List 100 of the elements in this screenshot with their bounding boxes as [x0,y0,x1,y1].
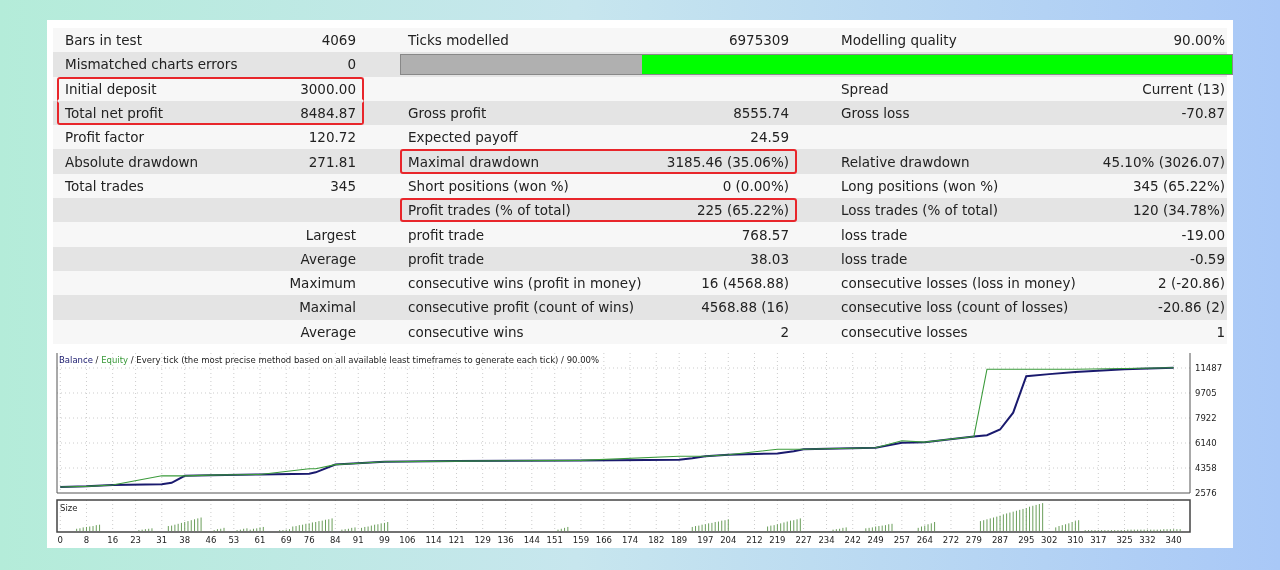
stat-value: 3000.00 [300,80,356,97]
stat-value: Maximum [289,275,356,292]
stat-value: 768.57 [741,226,789,243]
axis-label: 219 [769,534,786,545]
stat-label: Relative drawdown [841,153,970,170]
axis-label: 204 [720,534,737,545]
stat-label: Spread [841,80,889,97]
stat-value: 345 (65.22%) [1132,177,1225,194]
axis-label: 4358 [1195,462,1217,473]
axis-label: 197 [697,534,714,545]
stat-value: 16 (4568.88) [701,275,789,292]
axis-label: 287 [991,534,1009,545]
axis-label: 242 [844,534,861,545]
axis-label: 7922 [1195,412,1217,423]
stat-value: 8484.87 [300,105,356,122]
axis-label: 234 [818,534,835,545]
stat-value: Current (13) [1142,80,1225,97]
axis-label: 144 [523,534,540,545]
axis-label: 151 [546,534,563,545]
axis-label: 6140 [1195,437,1217,448]
axis-label: 174 [621,534,639,545]
axis-label: 302 [1041,534,1058,545]
axis-label: 8 [83,534,90,545]
stat-value: 120 (34.78%) [1132,202,1225,219]
stat-value: 0 (0.00%) [722,177,789,194]
stat-label: consecutive wins (profit in money) [408,275,642,292]
stat-value: 2 (-20.86) [1158,275,1225,292]
stat-value: -0.59 [1190,250,1225,267]
axis-label: 279 [965,534,982,545]
stat-label: Total net profit [65,105,164,122]
axis-label: 53 [228,534,240,545]
stat-value: 3185.46 (35.06%) [666,153,789,170]
axis-label: 99 [379,534,390,545]
axis-label: 136 [497,534,514,545]
stat-label: consecutive wins [408,323,524,340]
stat-value: Average [300,250,356,267]
stat-label: Gross profit [408,105,487,122]
axis-label: 76 [303,534,315,545]
stat-label: Modelling quality [841,32,957,49]
stat-value: Average [300,323,356,340]
stat-value: 120.72 [308,129,356,146]
stat-value: 2 [780,323,789,340]
axis-label: 264 [916,534,933,545]
stat-value: -20.86 (2) [1158,299,1225,316]
axis-label: 189 [671,534,688,545]
axis-label: 9705 [1195,387,1217,398]
stat-label: Initial deposit [65,80,157,97]
stat-label: profit trade [408,226,485,243]
axis-label: 159 [572,534,590,545]
stat-label: Mismatched charts errors [65,56,238,73]
stat-label: profit trade [408,250,485,267]
stat-value: 345 [330,177,356,194]
axis-label: 31 [156,534,168,545]
stat-label: Bars in test [65,32,142,49]
stat-value: 271.81 [308,153,356,170]
axis-label: 2576 [1195,487,1217,498]
axis-label: 114 [425,534,442,545]
stat-label: loss trade [841,226,908,243]
axis-label: 340 [1165,534,1182,545]
axis-label: 61 [254,534,266,545]
stat-value: Largest [305,226,356,243]
stat-label: Total trades [65,177,144,194]
axis-label: 129 [474,534,491,545]
stat-value: 8555.74 [733,105,789,122]
axis-label: 0 [57,534,63,545]
axis-label: 38 [179,534,191,545]
stat-label: Short positions (won %) [408,177,569,194]
axis-label: 227 [795,534,812,545]
stat-value: 90.00% [1173,32,1225,49]
stat-label: Maximal drawdown [408,153,539,170]
stat-value: 6975309 [728,32,789,49]
stat-label: consecutive profit (count of wins) [408,299,634,316]
axis-label: 46 [205,534,217,545]
axis-label: 182 [648,534,665,545]
axis-label: 106 [399,534,416,545]
stat-label: loss trade [841,250,908,267]
stat-value: 45.10% (3026.07) [1102,153,1225,170]
axis-label: 16 [107,534,119,545]
stat-value: 1 [1216,323,1225,340]
stat-label: Loss trades (% of total) [841,202,999,219]
axis-label: 325 [1116,534,1133,545]
axis-label: 295 [1018,534,1035,545]
stat-value: 4568.88 (16) [701,299,789,316]
stat-label: Gross loss [841,105,910,122]
axis-label: 317 [1090,534,1107,545]
axis-label: 332 [1139,534,1156,545]
axis-label: 249 [867,534,884,545]
axis-label: 91 [352,534,364,545]
stat-value: 4069 [321,32,356,49]
stat-value: -70.87 [1181,105,1225,122]
stat-label: Ticks modelled [408,32,509,49]
axis-label: 212 [746,534,763,545]
stat-value: 38.03 [750,250,789,267]
axis-label: 166 [595,534,612,545]
stat-label: Absolute drawdown [65,153,199,170]
volume-label: Size [60,502,78,513]
axis-label: 84 [329,534,341,545]
axis-label: 257 [893,534,910,545]
stat-label: Long positions (won %) [841,177,999,194]
stat-value: 225 (65.22%) [696,202,789,219]
